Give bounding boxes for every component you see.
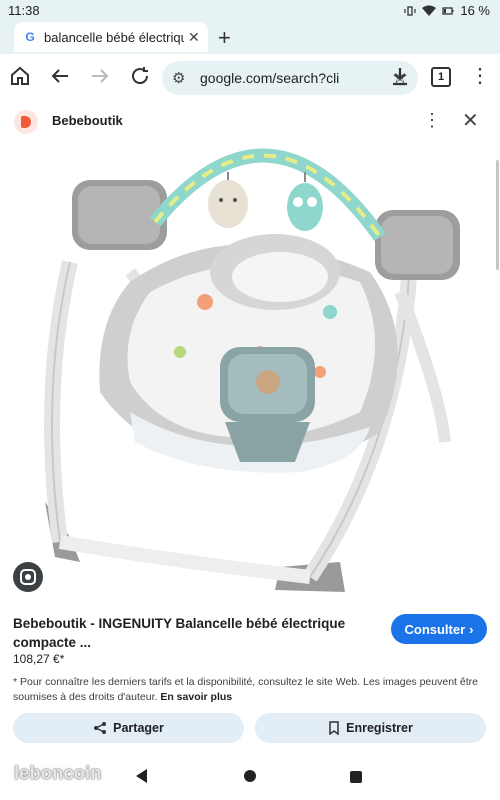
close-tab-icon[interactable]: ✕ bbox=[188, 29, 200, 46]
close-icon[interactable]: ✕ bbox=[462, 108, 479, 133]
home-icon[interactable] bbox=[8, 64, 32, 88]
nav-recents-icon[interactable] bbox=[350, 771, 362, 783]
nav-home-icon[interactable] bbox=[244, 770, 256, 782]
google-lens-icon[interactable] bbox=[13, 562, 43, 592]
menu-dots-icon[interactable]: ⋮ bbox=[468, 64, 492, 88]
learn-more-link[interactable]: En savoir plus bbox=[160, 691, 232, 703]
disclaimer-body: * Pour connaître les derniers tarifs et … bbox=[13, 676, 478, 703]
tab-title: balancelle bébé électrique - F bbox=[44, 29, 184, 45]
consult-label: Consulter bbox=[404, 621, 466, 637]
tab-count-button[interactable]: 1 bbox=[431, 67, 451, 87]
forward-arrow-icon[interactable] bbox=[88, 64, 112, 88]
disclaimer-text: * Pour connaître les derniers tarifs et … bbox=[13, 675, 483, 705]
reload-icon[interactable] bbox=[128, 64, 152, 88]
scrollbar[interactable] bbox=[496, 160, 499, 270]
save-button[interactable]: Enregistrer bbox=[255, 713, 486, 743]
bebeboutik-logo bbox=[14, 110, 38, 134]
more-options-icon[interactable]: ⋮ bbox=[423, 110, 441, 131]
chevron-right-icon: › bbox=[469, 621, 474, 637]
share-button[interactable]: Partager bbox=[13, 713, 244, 743]
result-header: Bebeboutik ⋮ ✕ bbox=[0, 100, 500, 142]
back-arrow-icon[interactable] bbox=[48, 64, 72, 88]
product-image[interactable] bbox=[0, 142, 500, 604]
nav-back-icon[interactable] bbox=[136, 769, 147, 783]
browser-toolbar: ⚙ google.com/search?cli ☆ 1 ⋮ bbox=[0, 54, 500, 100]
leboncoin-watermark: leboncoin bbox=[14, 763, 102, 783]
bookmark-icon bbox=[329, 721, 339, 735]
status-icons: 16 % bbox=[404, 3, 490, 18]
status-time: 11:38 bbox=[8, 3, 40, 18]
share-label: Partager bbox=[113, 721, 164, 735]
download-icon[interactable] bbox=[388, 64, 412, 88]
site-settings-icon[interactable]: ⚙ bbox=[172, 69, 185, 87]
url-text[interactable]: google.com/search?cli bbox=[200, 70, 350, 86]
consult-button[interactable]: Consulter › bbox=[391, 614, 487, 644]
battery-icon bbox=[442, 6, 454, 15]
system-nav-bar: leboncoin bbox=[0, 757, 500, 800]
save-label: Enregistrer bbox=[346, 721, 413, 735]
battery-percent: 16 % bbox=[460, 3, 490, 18]
site-name: Bebeboutik bbox=[52, 113, 123, 128]
share-icon bbox=[94, 722, 107, 734]
vibrate-icon bbox=[404, 5, 416, 16]
browser-tab[interactable]: G balancelle bébé électrique - F ✕ bbox=[14, 22, 208, 52]
tab-strip: G balancelle bébé électrique - F ✕ + bbox=[0, 22, 500, 54]
new-tab-icon[interactable]: + bbox=[218, 25, 231, 51]
wifi-icon bbox=[422, 5, 437, 16]
status-bar: 11:38 16 % bbox=[0, 0, 500, 22]
product-price: 108,27 €* bbox=[13, 652, 65, 666]
baby-swing-illustration bbox=[44, 148, 460, 592]
product-title[interactable]: Bebeboutik - INGENUITY Balancelle bébé é… bbox=[13, 614, 363, 652]
address-bar[interactable]: ⚙ google.com/search?cli ☆ bbox=[162, 61, 418, 95]
google-favicon-icon: G bbox=[25, 30, 35, 44]
